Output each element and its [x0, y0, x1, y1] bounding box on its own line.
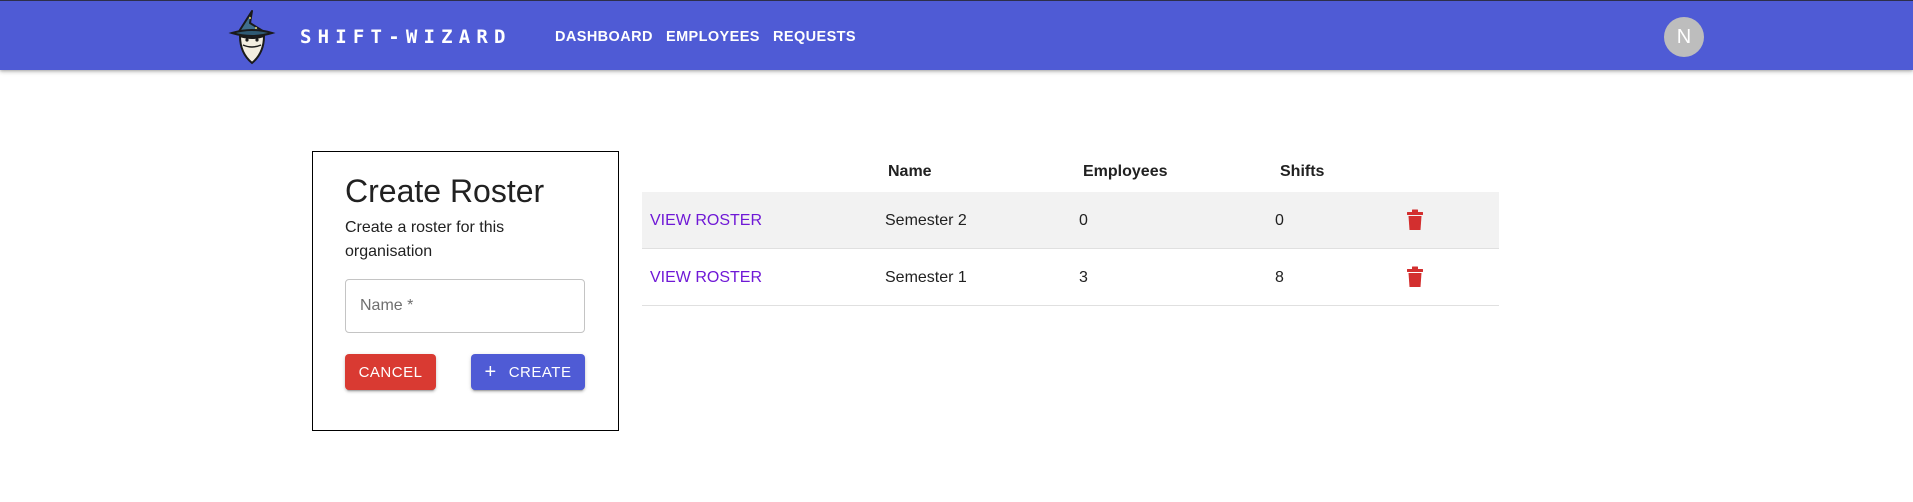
wizard-logo-icon[interactable]: [228, 9, 276, 65]
create-roster-card: Create Roster Create a roster for this o…: [312, 151, 619, 431]
roster-table: Name Employees Shifts VIEW ROSTER Semest…: [642, 152, 1499, 306]
name-input[interactable]: [346, 280, 584, 332]
table-row: VIEW ROSTER Semester 1 3 8: [642, 249, 1499, 306]
nav-requests[interactable]: REQUESTS: [773, 28, 856, 46]
view-roster-link[interactable]: VIEW ROSTER: [650, 268, 762, 288]
create-button[interactable]: + CREATE: [471, 354, 585, 390]
column-header-employees: Employees: [1083, 163, 1168, 180]
user-avatar[interactable]: N: [1664, 17, 1704, 57]
name-field[interactable]: Name *: [345, 279, 585, 333]
roster-name: Semester 2: [885, 212, 967, 229]
create-button-label: CREATE: [508, 363, 572, 381]
trash-icon[interactable]: [1406, 209, 1424, 231]
table-header: Name Employees Shifts: [642, 152, 1499, 192]
nav-employees[interactable]: EMPLOYEES: [666, 28, 760, 46]
card-title: Create Roster: [345, 173, 545, 209]
roster-shift-count: 0: [1275, 212, 1284, 229]
roster-shift-count: 8: [1275, 269, 1284, 286]
column-header-shifts: Shifts: [1280, 163, 1325, 180]
trash-icon[interactable]: [1406, 266, 1424, 288]
nav-dashboard[interactable]: DASHBOARD: [555, 28, 653, 46]
plus-icon: +: [484, 361, 497, 383]
table-row: VIEW ROSTER Semester 2 0 0: [642, 192, 1499, 249]
roster-employee-count: 0: [1079, 212, 1088, 229]
cancel-button-label: CANCEL: [358, 363, 423, 381]
brand-title[interactable]: SHIFT-WIZARD: [300, 25, 512, 49]
roster-employee-count: 3: [1079, 269, 1088, 286]
cancel-button[interactable]: CANCEL: [345, 354, 436, 390]
card-description: Create a roster for this organisation: [345, 219, 505, 260]
roster-name: Semester 1: [885, 269, 967, 286]
column-header-name: Name: [888, 163, 932, 180]
app-bar: SHIFT-WIZARD DASHBOARD EMPLOYEES REQUEST…: [0, 0, 1913, 70]
view-roster-link[interactable]: VIEW ROSTER: [650, 211, 762, 231]
